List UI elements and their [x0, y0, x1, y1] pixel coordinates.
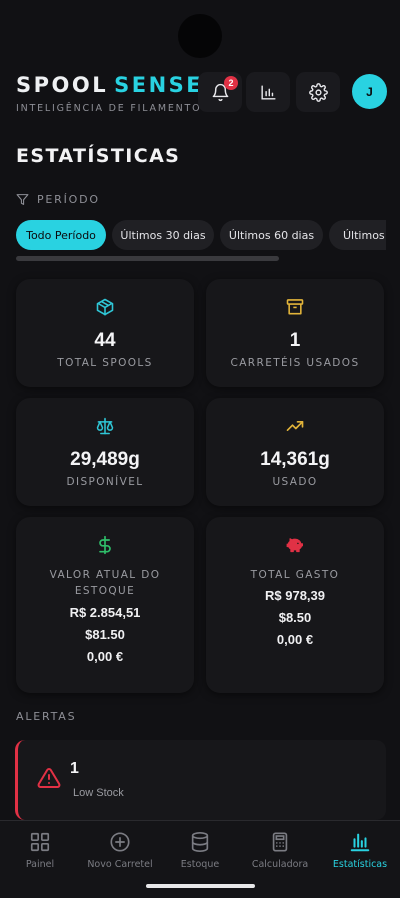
chip-last-30-days[interactable]: Últimos 30 dias: [112, 220, 214, 250]
total-spent-brl: R$ 978,39: [265, 588, 325, 603]
total-spent-eur: 0,00 €: [276, 632, 314, 647]
stats-button[interactable]: [246, 72, 290, 112]
bar-chart-icon: [260, 84, 276, 100]
chip-all-period[interactable]: Todo Período: [16, 220, 106, 250]
logo-word-sense: SENSE: [114, 73, 204, 97]
used-card: 14,361g USADO: [206, 398, 384, 506]
plus-circle-icon: [110, 832, 130, 852]
piggy-bank-icon: [206, 535, 384, 557]
filter-icon: [16, 194, 29, 205]
app-header: SPOOL SENSE INTELIGÊNCIA DE FILAMENTO 2 J: [16, 72, 387, 118]
nav-item-novo-carretel[interactable]: Novo Carretel: [80, 831, 160, 881]
stock-value-card: VALOR ATUAL DO ESTOQUE R$ 2.854,51 $81.5…: [16, 517, 194, 693]
period-filter-label: PERÍODO: [16, 193, 100, 206]
available-card: 29,489g DISPONÍVEL: [16, 398, 194, 506]
user-avatar[interactable]: J: [352, 74, 387, 109]
page-title: ESTATÍSTICAS: [16, 145, 181, 167]
chip-last-60-days[interactable]: Últimos 60 dias: [220, 220, 323, 250]
nav-label-calculadora: Calculadora: [251, 859, 309, 870]
nav-item-estatisticas[interactable]: Estatísticas: [320, 831, 400, 881]
app-logo: SPOOL SENSE: [16, 73, 203, 97]
available-value: 29,489g: [70, 449, 140, 470]
archive-icon: [206, 297, 384, 319]
low-stock-alert[interactable]: 1 Low Stock: [15, 740, 386, 820]
chip-last-90-days[interactable]: Últimos 9: [329, 220, 386, 250]
grid-icon: [30, 832, 50, 852]
calculator-icon: [272, 832, 288, 852]
nav-item-calculadora[interactable]: Calculadora: [240, 831, 320, 881]
alerts-section-label: ALERTAS: [16, 710, 77, 723]
stock-value-brl: R$ 2.854,51: [69, 605, 141, 620]
total-spools-label: TOTAL SPOOLS: [57, 357, 153, 369]
period-label-text: PERÍODO: [37, 193, 100, 206]
total-spools-card: 44 TOTAL SPOOLS: [16, 279, 194, 387]
used-reels-card: 1 CARRETÉIS USADOS: [206, 279, 384, 387]
used-label: USADO: [272, 476, 318, 488]
notifications-button[interactable]: 2: [198, 72, 242, 112]
nav-item-painel[interactable]: Painel: [0, 831, 80, 881]
notification-badge: 2: [224, 76, 238, 90]
database-icon: [191, 832, 209, 852]
period-chip-row: Todo Período Últimos 30 dias Últimos 60 …: [16, 220, 386, 252]
stock-value-usd: $81.50: [85, 627, 125, 642]
home-indicator[interactable]: [146, 884, 255, 888]
nav-item-estoque[interactable]: Estoque: [160, 831, 240, 881]
alert-count: 1: [70, 760, 79, 777]
available-label: DISPONÍVEL: [66, 476, 144, 488]
camera-notch: [178, 14, 222, 58]
dollar-icon: [16, 535, 194, 557]
used-reels-value: 1: [289, 330, 301, 351]
box-icon: [16, 297, 194, 319]
total-spools-value: 44: [94, 330, 116, 351]
alert-text: Low Stock: [73, 787, 124, 799]
stock-value-label-line1: VALOR ATUAL DO: [49, 569, 161, 581]
stock-value-eur: 0,00 €: [86, 649, 124, 664]
settings-button[interactable]: [296, 72, 340, 112]
used-reels-label: CARRETÉIS USADOS: [230, 357, 360, 369]
warning-triangle-icon: [37, 767, 61, 788]
nav-label-novo-carretel: Novo Carretel: [87, 859, 153, 870]
nav-label-estoque: Estoque: [180, 859, 220, 870]
chip-scrollbar[interactable]: [16, 256, 279, 261]
nav-label-painel: Painel: [25, 859, 55, 870]
used-value: 14,361g: [260, 449, 330, 470]
bar-chart-icon: [350, 833, 370, 852]
phone-screen: SPOOL SENSE INTELIGÊNCIA DE FILAMENTO 2 J…: [0, 0, 400, 898]
gear-icon: [308, 82, 328, 102]
app-tagline: INTELIGÊNCIA DE FILAMENTO: [16, 103, 202, 114]
nav-label-estatisticas: Estatísticas: [332, 859, 388, 870]
total-spent-card: TOTAL GASTO R$ 978,39 $8.50 0,00 €: [206, 517, 384, 693]
trending-up-icon: [206, 416, 384, 438]
total-spent-usd: $8.50: [278, 610, 312, 625]
logo-word-spool: SPOOL: [16, 73, 109, 97]
scale-icon: [16, 416, 194, 438]
total-spent-label: TOTAL GASTO: [250, 569, 340, 581]
stock-value-label-line2: ESTOQUE: [74, 585, 136, 597]
